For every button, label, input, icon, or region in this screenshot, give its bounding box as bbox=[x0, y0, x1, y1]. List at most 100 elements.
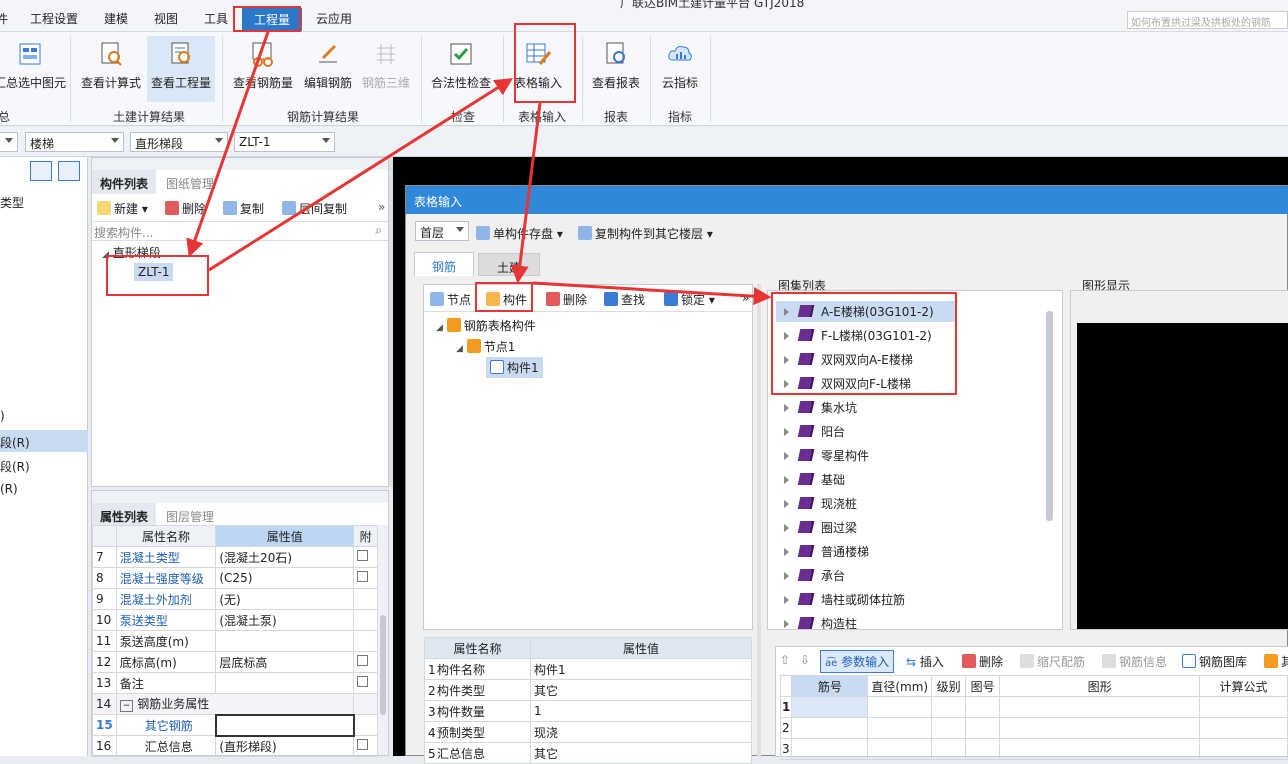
edit-rebar-button[interactable]: 编辑钢筋 bbox=[300, 36, 356, 102]
dialog-title: 表格输入 bbox=[406, 186, 1288, 214]
nav-item[interactable]: 类型 bbox=[0, 194, 24, 211]
scrollbar[interactable] bbox=[378, 525, 388, 755]
table-row[interactable]: 9 混凝土外加剂 (无) bbox=[92, 588, 378, 610]
table-row[interactable]: 3 bbox=[779, 738, 1288, 760]
atlas-item[interactable]: 阳台 bbox=[784, 423, 845, 440]
move-down-icon[interactable]: ⇩ bbox=[800, 653, 810, 667]
table-row[interactable]: 13 备注 bbox=[92, 672, 378, 694]
table-row[interactable]: 5汇总信息 其它 bbox=[424, 742, 752, 764]
new-button[interactable]: 新建 ▾ bbox=[97, 200, 148, 217]
nav-item[interactable]: 段(R) bbox=[0, 458, 30, 475]
table-row[interactable]: 16 汇总信息 (直形梯段) bbox=[92, 735, 378, 757]
menu-item-modeling[interactable]: 建模 bbox=[104, 10, 128, 27]
menu-item-tools[interactable]: 工具 bbox=[204, 10, 228, 27]
component-search-input[interactable]: 搜索构件... ⌕ bbox=[92, 221, 388, 241]
type-select[interactable]: 直形梯段 bbox=[130, 132, 228, 152]
tree-root[interactable]: ◢ 钢筋表格构件 bbox=[436, 317, 536, 334]
atlas-item[interactable]: 墙柱或砌体拉筋 bbox=[784, 591, 905, 608]
copy-button[interactable]: 复制 bbox=[223, 200, 264, 217]
atlas-item[interactable]: 现浇桩 bbox=[784, 495, 857, 512]
menu-item-file[interactable]: 件 bbox=[0, 10, 8, 27]
component-select[interactable]: ZLT-1 bbox=[234, 132, 335, 152]
nav-item[interactable]: ) bbox=[0, 409, 5, 423]
tab-layer-manage[interactable]: 图层管理 bbox=[158, 503, 222, 527]
table-row[interactable]: 14− 钢筋业务属性 bbox=[92, 693, 378, 715]
copy-to-floor-button[interactable]: 复制构件到其它楼层 ▾ bbox=[578, 225, 713, 242]
table-row[interactable]: 3构件数量 1 bbox=[424, 700, 752, 722]
attach-checkbox[interactable] bbox=[353, 651, 378, 673]
rebar-info-button[interactable]: 钢筋信息 bbox=[1102, 653, 1167, 670]
layer-select[interactable]: 楼梯 bbox=[25, 132, 124, 152]
tab-civil[interactable]: 土建 bbox=[478, 253, 540, 276]
atlas-item[interactable]: 基础 bbox=[784, 471, 845, 488]
other-button[interactable]: 其 bbox=[1264, 653, 1288, 670]
delete-button[interactable]: 删除 bbox=[165, 200, 206, 217]
expand-icon bbox=[784, 572, 789, 580]
scale-rebar-button[interactable]: 缩尺配筋 bbox=[1020, 653, 1085, 670]
rebar-library-button[interactable]: 钢筋图库 bbox=[1182, 653, 1247, 670]
table-row[interactable]: 1 bbox=[779, 696, 1288, 718]
view-report-button[interactable]: 查看报表 bbox=[588, 36, 644, 102]
atlas-item[interactable]: 承台 bbox=[784, 567, 845, 584]
more-icon[interactable]: » bbox=[742, 291, 749, 305]
table-row[interactable]: 7 混凝土类型 (混凝土20石) bbox=[92, 546, 378, 568]
atlas-item[interactable]: 零星构件 bbox=[784, 447, 869, 464]
menu-item-view[interactable]: 视图 bbox=[154, 10, 178, 27]
nav-item-selected[interactable]: 段(R) bbox=[0, 434, 30, 451]
table-row[interactable]: 11 泵送高度(m) bbox=[92, 630, 378, 652]
find-button[interactable]: 查找 bbox=[604, 291, 645, 308]
floor-select-partial[interactable] bbox=[0, 132, 18, 152]
attach-checkbox[interactable] bbox=[353, 546, 378, 568]
table-row[interactable]: 8 混凝土强度等级 (C25) bbox=[92, 567, 378, 589]
list-view-icon[interactable] bbox=[30, 161, 52, 181]
table-row[interactable]: 1构件名称 构件1 bbox=[424, 658, 752, 680]
collapse-icon[interactable]: − bbox=[119, 700, 134, 713]
delete-rebar-button[interactable]: 删除 bbox=[962, 653, 1003, 670]
tab-rebar[interactable]: 钢筋 bbox=[414, 252, 474, 276]
floor-copy-button[interactable]: 层间复制 bbox=[282, 200, 347, 217]
cloud-index-button[interactable]: 云指标 bbox=[656, 36, 704, 102]
scrollbar[interactable] bbox=[1046, 311, 1053, 521]
view-formula-button[interactable]: 查看计算式 bbox=[76, 36, 146, 102]
menu-item-project-settings[interactable]: 工程设置 bbox=[30, 10, 78, 27]
atlas-item[interactable]: 圈过梁 bbox=[784, 519, 857, 536]
lock-button[interactable]: 锁定 ▾ bbox=[664, 291, 715, 308]
move-up-icon[interactable]: ⇧ bbox=[780, 653, 790, 667]
menu-item-cloud[interactable]: 云应用 bbox=[316, 10, 352, 27]
attach-checkbox[interactable] bbox=[353, 735, 378, 757]
rebar-table: 筋号 直径(mm) 级别 图号 图形 计算公式 1 2 3 bbox=[779, 675, 1288, 760]
add-node-button[interactable]: 节点 bbox=[430, 291, 471, 308]
table-row[interactable]: 2 bbox=[779, 717, 1288, 739]
insert-button[interactable]: ⇆ 插入 bbox=[906, 653, 944, 670]
atlas-item[interactable]: 集水坑 bbox=[784, 399, 857, 416]
rebar-3d-button[interactable]: 钢筋三维 bbox=[358, 36, 414, 102]
tab-drawing-manage[interactable]: 图纸管理 bbox=[158, 170, 222, 194]
summary-selected-button[interactable]: 汇总选中图元 bbox=[0, 36, 66, 102]
attach-checkbox[interactable] bbox=[353, 567, 378, 589]
tree-node[interactable]: ◢ 节点1 bbox=[456, 338, 515, 355]
table-row[interactable]: 2构件类型 其它 bbox=[424, 679, 752, 701]
table-row[interactable]: 15 其它钢筋 bbox=[92, 713, 378, 737]
param-input-button[interactable]: a͡e 参数输入 bbox=[820, 650, 895, 673]
view-rebar-button[interactable]: 查看钢筋量 bbox=[228, 36, 298, 102]
legality-check-button[interactable]: 合法性检查 bbox=[428, 36, 494, 102]
atlas-item[interactable]: 构造柱 bbox=[784, 615, 857, 629]
table-row[interactable]: 10 泵送类型 (混凝土泵) bbox=[92, 609, 378, 631]
grid-view-icon[interactable] bbox=[58, 161, 80, 181]
save-component-button[interactable]: 单构件存盘 ▾ bbox=[476, 225, 563, 242]
table-row[interactable]: 12 底标高(m) 层底标高 bbox=[92, 651, 378, 673]
tree-leaf-component1[interactable]: 构件1 bbox=[486, 357, 543, 378]
splitter[interactable] bbox=[757, 284, 761, 757]
delete-component-button[interactable]: 删除 bbox=[546, 291, 587, 308]
dialog-floor-select[interactable]: 首层 bbox=[415, 221, 469, 241]
tab-component-list[interactable]: 构件列表 bbox=[92, 170, 157, 194]
graphic-display-canvas[interactable] bbox=[1077, 323, 1288, 629]
attach-checkbox[interactable] bbox=[353, 672, 378, 694]
tab-property-list[interactable]: 属性列表 bbox=[92, 503, 157, 527]
nav-item[interactable]: (R) bbox=[0, 482, 18, 496]
view-quantity-button[interactable]: 查看工程量 bbox=[147, 36, 215, 102]
more-icon[interactable]: » bbox=[378, 200, 385, 214]
table-row[interactable]: 4预制类型 现浇 bbox=[424, 721, 752, 743]
atlas-item[interactable]: 普通楼梯 bbox=[784, 543, 869, 560]
help-search-input[interactable]: 如何布置拱过梁及拱板处的钢筋 bbox=[1127, 11, 1288, 29]
